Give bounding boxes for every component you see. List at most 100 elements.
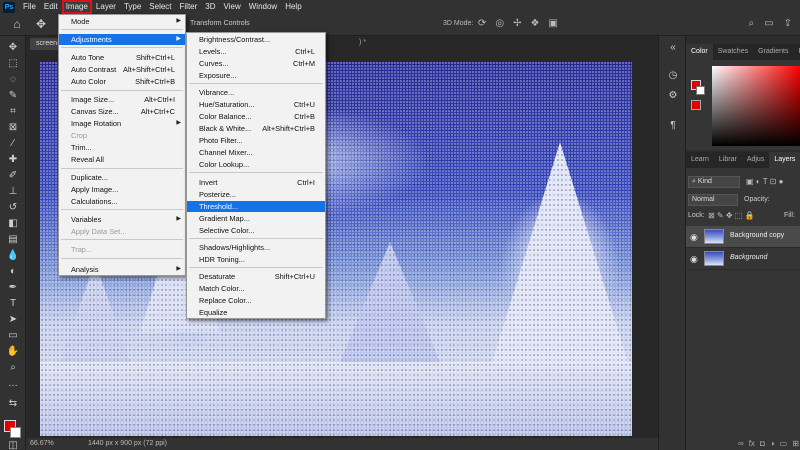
menu-item-variables[interactable]: Variables ▶ [59, 214, 185, 225]
share-icon[interactable]: ⇪ [784, 18, 792, 29]
color-panel-background-swatch[interactable] [696, 86, 705, 95]
gradient-tool-icon[interactable]: ▤ [5, 234, 21, 246]
menu-item-posterize[interactable]: Posterize... [187, 189, 325, 200]
color-picker-field[interactable] [712, 66, 800, 146]
menu-view[interactable]: View [220, 0, 245, 14]
tab-layers[interactable]: Layers [769, 152, 800, 168]
roll-3d-icon[interactable]: ◎ [495, 18, 504, 29]
zoom-level[interactable]: 66.67% [30, 440, 54, 447]
menu-layer[interactable]: Layer [92, 0, 120, 14]
layer-row-background-copy[interactable]: ◉ Background copy [686, 226, 800, 248]
fx-icon[interactable]: fx [749, 439, 755, 448]
link-icon[interactable]: ∞ [738, 439, 744, 448]
menu-item-analysis[interactable]: Analysis ▶ [59, 264, 185, 275]
menu-item-match-color[interactable]: Match Color... [187, 283, 325, 294]
pen-tool-icon[interactable]: ✒ [5, 282, 21, 294]
home-icon[interactable]: ⌂ [10, 18, 24, 31]
menu-item-photo-filter[interactable]: Photo Filter... [187, 135, 325, 146]
hand-tool-icon[interactable]: ✋ [5, 346, 21, 358]
workspace-icon[interactable]: ▭ [764, 18, 773, 29]
lasso-tool-icon[interactable]: ◌ [5, 74, 21, 86]
collapse-icon[interactable]: « [666, 42, 680, 54]
history-brush-tool-icon[interactable]: ↺ [5, 202, 21, 214]
menu-item-levels[interactable]: Levels... Ctrl+L [187, 46, 325, 57]
eye-icon[interactable]: ◉ [690, 232, 698, 243]
menu-select[interactable]: Select [145, 0, 175, 14]
menu-item-channel-mixer[interactable]: Channel Mixer... [187, 147, 325, 158]
menu-item-desaturate[interactable]: Desaturate Shift+Ctrl+U [187, 271, 325, 282]
menu-item-shadows-highlights[interactable]: Shadows/Highlights... [187, 242, 325, 253]
menu-item-color-lookup[interactable]: Color Lookup... [187, 159, 325, 170]
menu-item-hue-saturation[interactable]: Hue/Saturation... Ctrl+U [187, 99, 325, 110]
rectangle-tool-icon[interactable]: ▭ [5, 330, 21, 342]
menu-type[interactable]: Type [120, 0, 145, 14]
menu-item-vibrance[interactable]: Vibrance... [187, 87, 325, 98]
menu-item-calculations[interactable]: Calculations... [59, 196, 185, 207]
path-selection-tool-icon[interactable]: ➤ [5, 314, 21, 326]
tab-color[interactable]: Color [686, 44, 713, 60]
menu-item-exposure[interactable]: Exposure... [187, 70, 325, 81]
adjustment-layer-icon[interactable]: ◑ [770, 439, 775, 448]
menu-item-gradient-map[interactable]: Gradient Map... [187, 213, 325, 224]
menu-item-auto-color[interactable]: Auto Color Shift+Ctrl+B [59, 76, 185, 87]
menu-item-mode[interactable]: Mode ▶ [59, 16, 185, 27]
kind-filter-select[interactable]: ⌕ Kind [688, 176, 740, 188]
properties-icon[interactable]: ⚙ [666, 90, 680, 102]
menu-help[interactable]: Help [281, 0, 305, 14]
swap-colors-icon[interactable]: ⇆ [5, 398, 21, 410]
healing-brush-tool-icon[interactable]: ✚ [5, 154, 21, 166]
filter-icons[interactable]: ▣ ◐ T ⊡ ● [746, 177, 783, 186]
brush-tool-icon[interactable]: ✐ [5, 170, 21, 182]
menu-item-brightness-contrast[interactable]: Brightness/Contrast... [187, 34, 325, 45]
menu-item-adjustments[interactable]: Adjustments ▶ [59, 34, 185, 45]
menu-item-crop[interactable]: Crop [59, 130, 185, 141]
scale-3d-icon[interactable]: ▣ [548, 18, 557, 29]
menu-item-equalize[interactable]: Equalize [187, 307, 325, 318]
tab-learn[interactable]: Learn [686, 152, 714, 168]
menu-item-replace-color[interactable]: Replace Color... [187, 295, 325, 306]
type-tool-icon[interactable]: T [5, 298, 21, 310]
menu-item-auto-tone[interactable]: Auto Tone Shift+Ctrl+L [59, 52, 185, 63]
transform-controls-label[interactable]: Transform Controls [190, 20, 250, 27]
menu-item-trim[interactable]: Trim... [59, 142, 185, 153]
menu-item-invert[interactable]: Invert Ctrl+I [187, 177, 325, 188]
color-panel-swatch-small[interactable] [691, 100, 701, 110]
eraser-tool-icon[interactable]: ◧ [5, 218, 21, 230]
tab-adjus[interactable]: Adjus [742, 152, 770, 168]
menu-item-trap[interactable]: Trap... [59, 244, 185, 255]
menu-item-duplicate[interactable]: Duplicate... [59, 172, 185, 183]
menu-item-reveal-all[interactable]: Reveal All [59, 154, 185, 165]
menu-item-apply-data-set[interactable]: Apply Data Set... [59, 226, 185, 237]
tab-pa[interactable]: Pa [793, 44, 800, 60]
group-icon[interactable]: ▭ [780, 439, 788, 448]
menu-item-image-rotation[interactable]: Image Rotation ▶ [59, 118, 185, 129]
tab-librar[interactable]: Librar [714, 152, 742, 168]
menu-3d[interactable]: 3D [201, 0, 219, 14]
clone-stamp-tool-icon[interactable]: ⊥ [5, 186, 21, 198]
menu-item-hdr-toning[interactable]: HDR Toning... [187, 254, 325, 265]
zoom-tool-icon[interactable]: ⌕ [5, 362, 21, 374]
dodge-tool-icon[interactable]: ◐ [5, 266, 21, 278]
tab-gradients[interactable]: Gradients [753, 44, 793, 60]
blur-tool-icon[interactable]: 💧 [5, 250, 21, 262]
menu-item-black-white[interactable]: Black & White... Alt+Shift+Ctrl+B [187, 123, 325, 134]
layer-row-background[interactable]: ◉ Background [686, 248, 800, 270]
move-tool-icon[interactable]: ✥ [5, 42, 21, 54]
more-tools-icon[interactable]: … [5, 378, 21, 390]
menu-edit[interactable]: Edit [40, 0, 62, 14]
paragraph-icon[interactable]: ¶ [666, 120, 680, 132]
frame-tool-icon[interactable]: ⊠ [5, 122, 21, 134]
menu-item-selective-color[interactable]: Selective Color... [187, 225, 325, 236]
tab-swatches[interactable]: Swatches [713, 44, 753, 60]
menu-item-image-size[interactable]: Image Size... Alt+Ctrl+I [59, 94, 185, 105]
eyedropper-tool-icon[interactable]: ⁄ [5, 138, 21, 150]
slide-3d-icon[interactable]: ❖ [531, 18, 540, 29]
orbit-3d-icon[interactable]: ⟳ [478, 18, 486, 29]
menu-image[interactable]: Image [61, 0, 92, 14]
menu-item-canvas-size[interactable]: Canvas Size... Alt+Ctrl+C [59, 106, 185, 117]
eye-icon[interactable]: ◉ [690, 254, 698, 265]
mask-icon[interactable]: ◘ [760, 439, 765, 448]
menu-item-curves[interactable]: Curves... Ctrl+M [187, 58, 325, 69]
menu-window[interactable]: Window [245, 0, 281, 14]
menu-file[interactable]: File [19, 0, 40, 14]
